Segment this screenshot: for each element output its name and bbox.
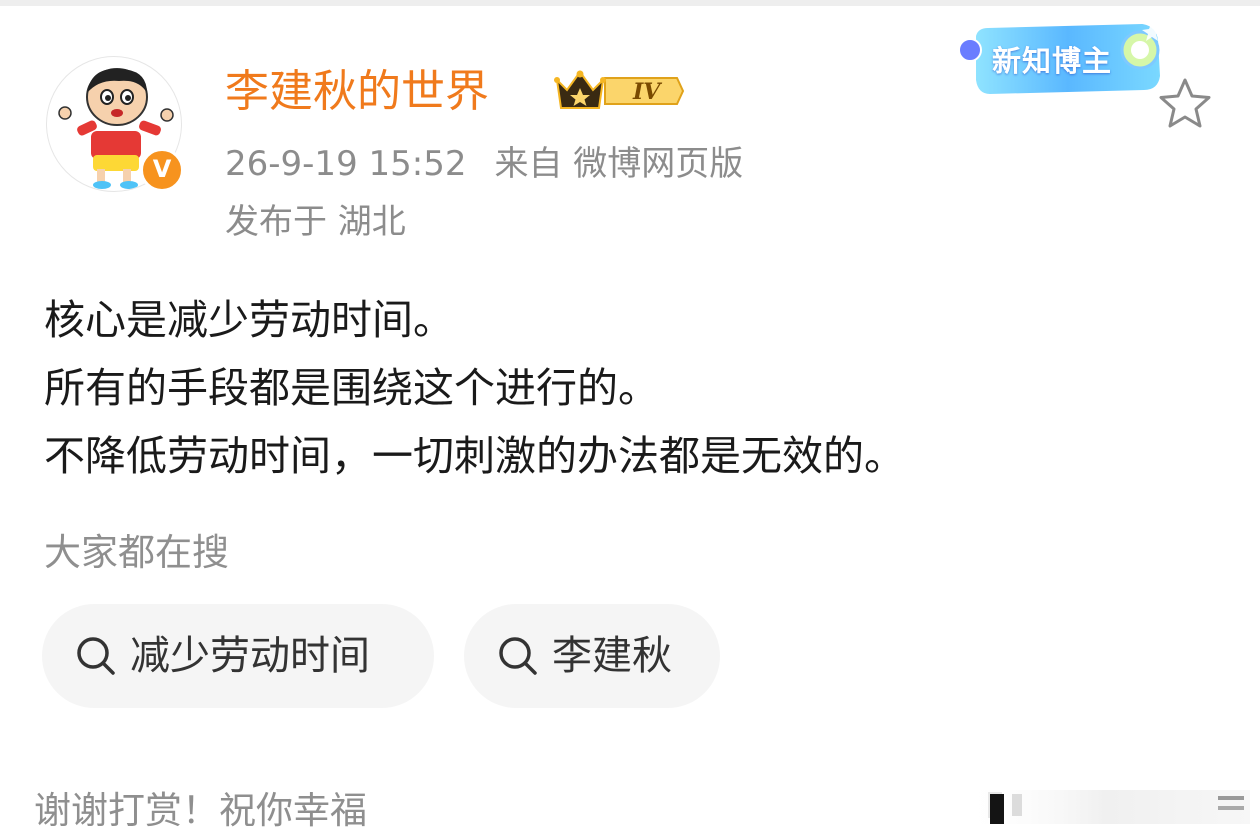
favorite-button[interactable]	[1154, 74, 1216, 134]
new-blogger-badge[interactable]: 新知博主	[956, 14, 1168, 100]
username[interactable]: 李建秋的世界	[225, 62, 489, 122]
level-badge[interactable]: IV	[553, 66, 685, 116]
post-source[interactable]: 来自 微博网页版	[495, 144, 744, 184]
tip-thanks-text: 谢谢打赏！祝你幸福	[34, 789, 367, 832]
weibo-post-page: V 李建秋的世界 IV 26-9-19 15:52 来自 微博网页版 发布于 湖北	[0, 0, 1260, 838]
post-location: 发布于 湖北	[225, 202, 406, 242]
search-icon	[499, 637, 537, 675]
search-chip[interactable]: 李建秋	[464, 604, 720, 708]
top-divider	[0, 0, 1260, 6]
post-text-line: 核心是减少劳动时间。	[44, 296, 454, 344]
post-timestamp: 26-9-19 15:52	[225, 144, 467, 184]
star-icon	[1159, 78, 1211, 128]
crown-icon: IV	[554, 70, 685, 109]
search-icon	[77, 637, 115, 675]
search-chip-label: 减少劳动时间	[130, 633, 370, 679]
search-chip-label: 李建秋	[552, 633, 672, 679]
new-blogger-label: 新知博主	[992, 44, 1113, 78]
post-meta: 26-9-19 15:52 来自 微博网页版	[225, 140, 743, 188]
post-text-line: 所有的手段都是围绕这个进行的。	[44, 364, 659, 412]
svg-text:IV: IV	[632, 79, 662, 105]
reward-decoration	[960, 786, 1250, 828]
search-chip[interactable]: 减少劳动时间	[42, 604, 434, 708]
verified-icon: V	[140, 148, 184, 192]
post-content: 核心是减少劳动时间。 所有的手段都是围绕这个进行的。 不降低劳动时间，一切刺激的…	[44, 286, 1224, 490]
post-text-line: 不降低劳动时间，一切刺激的办法都是无效的。	[44, 432, 905, 480]
avatar[interactable]: V	[46, 56, 184, 192]
trending-search-heading: 大家都在搜	[44, 531, 229, 574]
